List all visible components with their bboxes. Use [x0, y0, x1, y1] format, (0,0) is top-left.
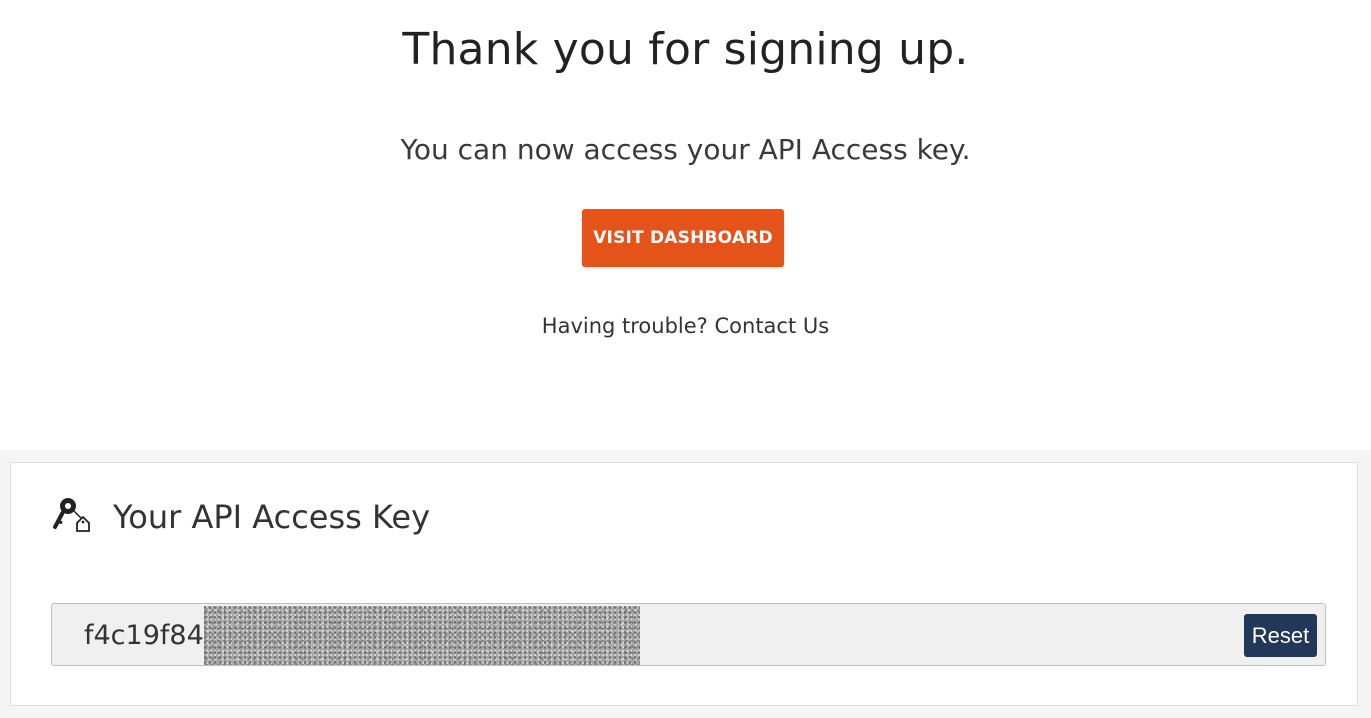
key-icon [51, 493, 99, 541]
help-text: Having trouble? Contact Us [0, 314, 1371, 338]
signup-confirmation: Thank you for signing up. You can now ac… [0, 0, 1371, 450]
api-key-field[interactable]: f4c19f84 Reset [51, 603, 1326, 666]
api-key-header: Your API Access Key [51, 493, 430, 541]
help-prefix: Having trouble? [541, 314, 708, 338]
api-key-panel: Your API Access Key f4c19f84 Reset [10, 462, 1358, 706]
api-key-title: Your API Access Key [113, 498, 431, 536]
page-title: Thank you for signing up. [402, 24, 969, 75]
page-subtitle: You can now access your API Access key. [400, 133, 971, 166]
redacted-key-overlay [204, 606, 640, 665]
api-key-value[interactable]: f4c19f84 [84, 620, 204, 651]
contact-us-link[interactable]: Contact Us [715, 314, 830, 338]
visit-dashboard-button[interactable]: VISIT DASHBOARD [582, 209, 784, 267]
reset-key-button[interactable]: Reset [1244, 614, 1317, 657]
